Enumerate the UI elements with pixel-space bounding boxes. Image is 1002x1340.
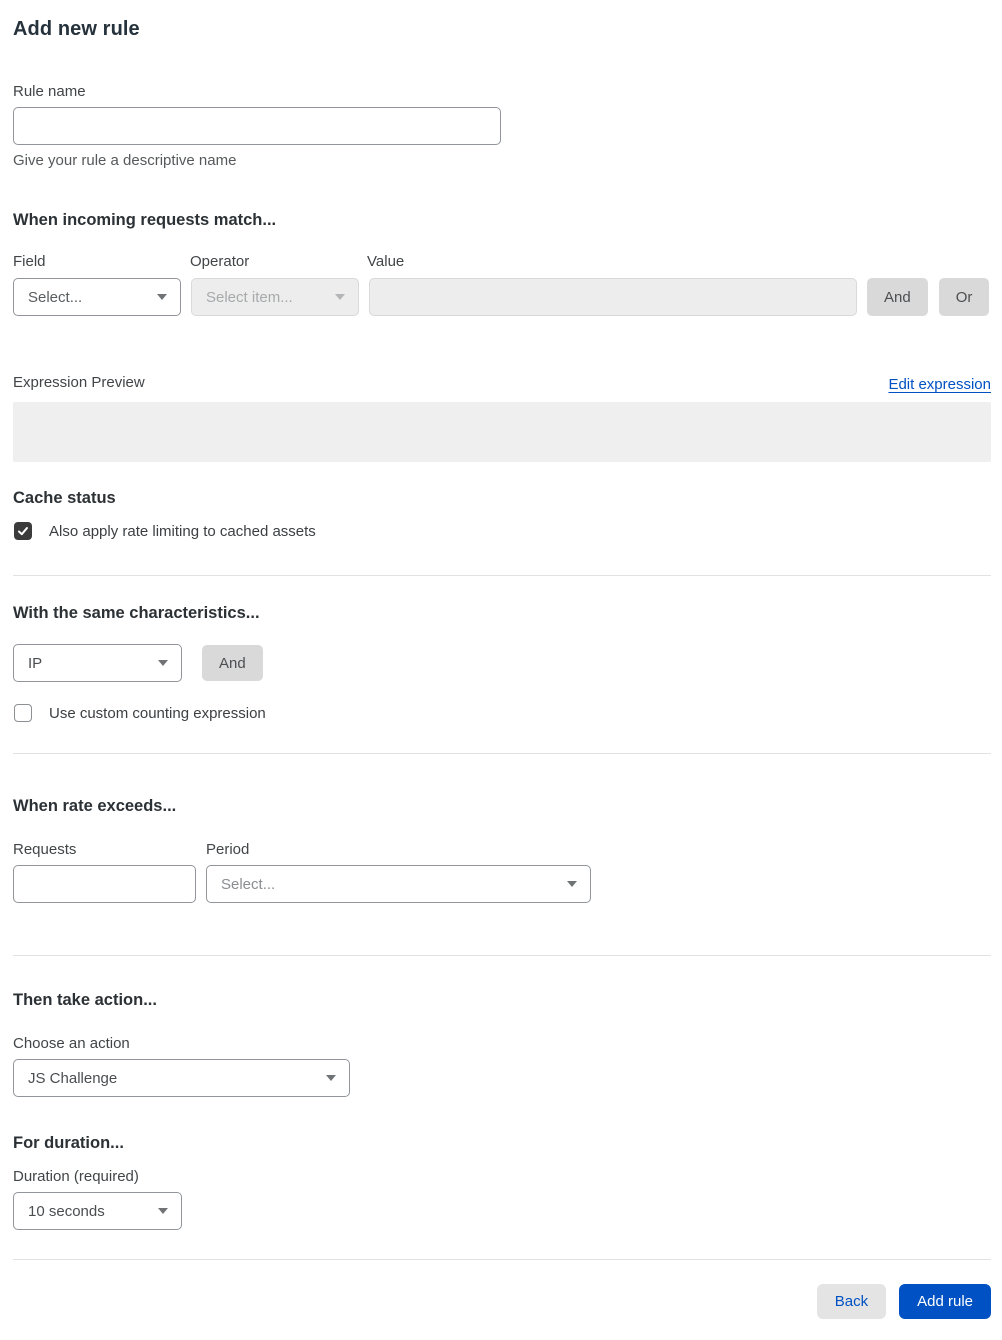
edit-expression-link[interactable]: Edit expression [888,376,991,393]
characteristic-select[interactable]: IP [13,644,182,682]
match-section-heading: When incoming requests match... [13,211,277,229]
add-rule-form: Add new rule Rule name Give your rule a … [0,0,1002,1331]
divider [13,955,991,956]
chevron-down-icon [158,1208,168,1214]
rate-section-heading: When rate exceeds... [13,797,177,815]
back-button[interactable]: Back [816,1284,887,1319]
duration-select[interactable]: 10 seconds [13,1192,182,1230]
operator-label: Operator [190,253,250,270]
cache-assets-checkbox-label: Also apply rate limiting to cached asset… [49,522,316,540]
characteristics-and-button[interactable]: And [202,645,263,681]
chevron-down-icon [157,294,167,300]
characteristic-select-value: IP [28,654,43,672]
rule-name-helper: Give your rule a descriptive name [13,152,237,169]
divider [13,1259,991,1260]
cache-assets-checkbox[interactable] [14,522,32,540]
action-select[interactable]: JS Challenge [13,1059,350,1097]
characteristics-section-heading: With the same characteristics... [13,604,260,622]
expression-preview-box [13,402,991,462]
operator-select: Select item... [191,278,359,316]
chevron-down-icon [158,660,168,666]
value-label: Value [367,253,405,270]
duration-label: Duration (required) [13,1168,139,1185]
chevron-down-icon [335,294,345,300]
operator-select-value: Select item... [206,288,293,306]
add-rule-button[interactable]: Add rule [899,1284,991,1319]
divider [13,753,991,754]
period-select-value: Select... [221,875,276,893]
divider [13,575,991,576]
chevron-down-icon [567,881,577,887]
value-input [369,278,857,316]
page-title: Add new rule [13,18,140,40]
field-select[interactable]: Select... [13,278,181,316]
requests-label: Requests [13,841,77,858]
custom-counting-checkbox-label: Use custom counting expression [49,704,266,722]
rule-name-label: Rule name [13,83,86,100]
action-select-value: JS Challenge [28,1069,118,1087]
action-section-heading: Then take action... [13,991,157,1009]
checkmark-icon [18,527,28,536]
or-button[interactable]: Or [938,278,990,316]
action-label: Choose an action [13,1035,130,1052]
rule-name-input[interactable] [13,107,501,145]
expression-preview-label: Expression Preview [13,374,145,391]
duration-select-value: 10 seconds [28,1202,105,1220]
duration-section-heading: For duration... [13,1134,124,1152]
footer-actions: Back Add rule [13,1284,991,1331]
cache-section-heading: Cache status [13,489,116,507]
custom-counting-checkbox[interactable] [14,704,32,722]
field-label: Field [13,253,46,270]
period-select[interactable]: Select... [206,865,591,903]
period-label: Period [206,841,250,858]
field-select-value: Select... [28,288,83,306]
and-button[interactable]: And [867,278,928,316]
requests-input[interactable] [13,865,196,903]
chevron-down-icon [326,1075,336,1081]
